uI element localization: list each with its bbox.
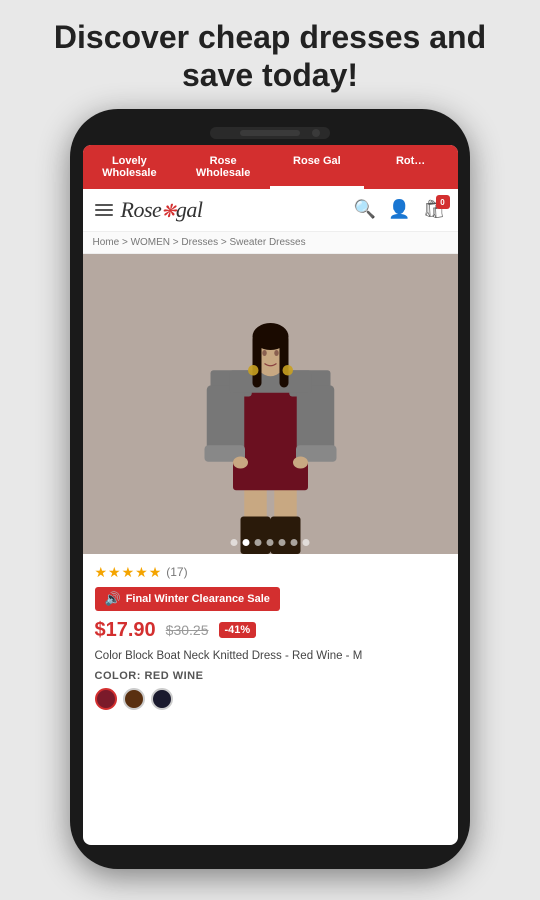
cart-icon[interactable]: 🛍 0 xyxy=(423,199,446,220)
hamburger-button[interactable] xyxy=(95,204,113,216)
product-image xyxy=(158,254,383,554)
product-image-container[interactable] xyxy=(83,254,458,554)
sale-badge: 🔊 Final Winter Clearance Sale xyxy=(95,587,280,611)
phone-speaker xyxy=(240,130,300,136)
image-dots xyxy=(231,539,310,546)
phone-top-bar xyxy=(210,127,330,139)
dot-2[interactable] xyxy=(243,539,250,546)
product-title: Color Block Boat Neck Knitted Dress - Re… xyxy=(95,648,446,664)
color-swatch-red-wine[interactable] xyxy=(95,688,117,710)
account-icon[interactable]: 👤 xyxy=(388,199,410,220)
sale-icon: 🔊 xyxy=(105,591,121,607)
stars-row: ★★★★★ (17) xyxy=(95,564,446,581)
color-swatch-navy[interactable] xyxy=(151,688,173,710)
nav-tab-lovely-wholesale[interactable]: LovelyWholesale xyxy=(83,145,177,189)
color-swatch-brown[interactable] xyxy=(123,688,145,710)
dot-1[interactable] xyxy=(231,539,238,546)
phone-outer: LovelyWholesale RoseWholesale Rose Gal R… xyxy=(70,109,470,869)
review-count: (17) xyxy=(166,565,187,579)
dot-6[interactable] xyxy=(291,539,298,546)
cart-badge: 0 xyxy=(436,195,450,209)
phone-screen: LovelyWholesale RoseWholesale Rose Gal R… xyxy=(83,145,458,845)
nav-tab-rose-wholesale[interactable]: RoseWholesale xyxy=(176,145,270,189)
product-info: ★★★★★ (17) 🔊 Final Winter Clearance Sale… xyxy=(83,554,458,845)
dot-5[interactable] xyxy=(279,539,286,546)
color-label: COLOR: RED WINE xyxy=(95,670,446,682)
search-icon[interactable]: 🔍 xyxy=(354,199,376,220)
price-current: $17.90 xyxy=(95,619,156,642)
dot-4[interactable] xyxy=(267,539,274,546)
color-swatch-row xyxy=(95,688,446,710)
nav-tabs: LovelyWholesale RoseWholesale Rose Gal R… xyxy=(83,145,458,189)
nav-tab-other[interactable]: Rot… xyxy=(364,145,458,189)
header-icons: 🔍 👤 🛍 0 xyxy=(354,199,446,220)
header: Rose❋gal 🔍 👤 🛍 0 xyxy=(83,189,458,232)
price-original: $30.25 xyxy=(166,622,209,638)
star-rating: ★★★★★ xyxy=(95,564,163,581)
headline: Discover cheap dresses and save today! xyxy=(0,0,540,109)
phone-camera xyxy=(312,129,320,137)
dot-3[interactable] xyxy=(255,539,262,546)
discount-badge: -41% xyxy=(219,622,257,638)
breadcrumb: Home > WOMEN > Dresses > Sweater Dresses xyxy=(83,232,458,254)
logo-text: Rose❋gal xyxy=(121,197,203,223)
dot-7[interactable] xyxy=(303,539,310,546)
nav-tab-rose-gal[interactable]: Rose Gal xyxy=(270,145,364,189)
header-logo: Rose❋gal xyxy=(95,197,203,223)
price-row: $17.90 $30.25 -41% xyxy=(95,619,446,642)
sale-badge-text: Final Winter Clearance Sale xyxy=(126,593,270,605)
